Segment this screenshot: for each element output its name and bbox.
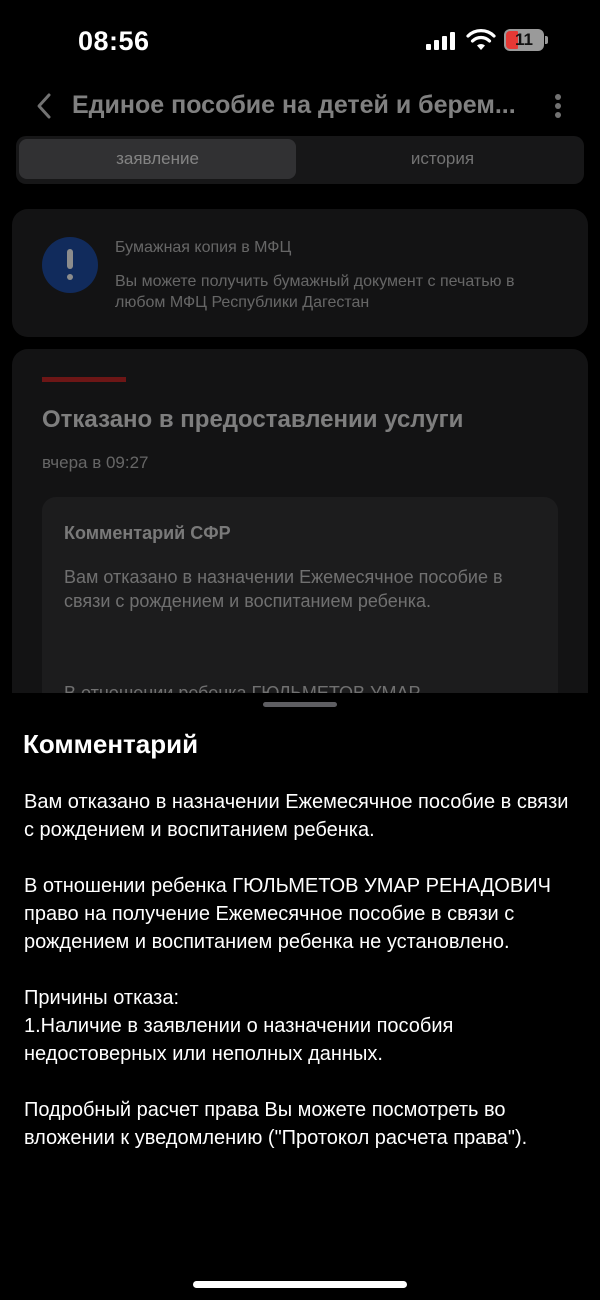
- battery-cap: [545, 36, 548, 44]
- tab-application[interactable]: заявление: [19, 139, 296, 179]
- comment-text: Вам отказано в назначении Ежемесячное по…: [64, 567, 503, 611]
- mfc-card-title: Бумажная копия в МФЦ: [115, 239, 292, 256]
- mfc-card-text: Вы можете получить бумажный документ с п…: [115, 273, 515, 311]
- home-indicator[interactable]: [193, 1281, 407, 1288]
- comment-title: Комментарий СФР: [64, 523, 231, 543]
- clock: 08:56: [78, 26, 150, 56]
- nav-bar: Единое пособие на детей и берем...: [0, 80, 600, 132]
- sheet-title: Комментарий: [23, 729, 199, 759]
- sheet-paragraph: В отношении ребенка ГЮЛЬМЕТОВ УМАР РЕНАД…: [24, 875, 551, 953]
- status-timestamp: вчера в 09:27: [42, 453, 149, 472]
- sheet-paragraph: Вам отказано в назначении Ежемесячное по…: [24, 791, 569, 841]
- battery-icon: 11: [504, 29, 544, 51]
- status-title: Отказано в предоставлении услуги: [42, 406, 464, 433]
- status-accent-line: [42, 377, 126, 382]
- info-exclamation-icon: [42, 237, 98, 293]
- chevron-left-icon[interactable]: [34, 92, 54, 120]
- tab-switcher: заявление история: [16, 136, 584, 184]
- sheet-paragraph: Причины отказа: 1.Наличие в заявлении о …: [24, 987, 454, 1065]
- status-card: Отказано в предоставлении услуги вчера в…: [12, 349, 588, 709]
- status-bar: 08:56 11: [0, 0, 600, 80]
- sheet-paragraph: Подробный расчет права Вы можете посмотр…: [24, 1099, 528, 1149]
- sheet-body: Вам отказано в назначении Ежемесячное по…: [24, 788, 579, 1180]
- page-title: Единое пособие на детей и берем...: [72, 91, 516, 119]
- wifi-icon: [466, 29, 496, 50]
- sheet-grabber-handle[interactable]: [263, 702, 337, 707]
- tab-history[interactable]: история: [304, 139, 581, 179]
- more-vertical-icon[interactable]: [549, 92, 567, 120]
- comment-box[interactable]: Комментарий СФР Вам отказано в назначени…: [42, 497, 558, 709]
- comment-bottom-sheet: Комментарий Вам отказано в назначении Еж…: [0, 693, 600, 1300]
- cellular-signal-icon: [426, 32, 458, 50]
- mfc-paper-copy-card[interactable]: Бумажная копия в МФЦ Вы можете получить …: [12, 209, 588, 337]
- battery-level: 11: [515, 30, 533, 49]
